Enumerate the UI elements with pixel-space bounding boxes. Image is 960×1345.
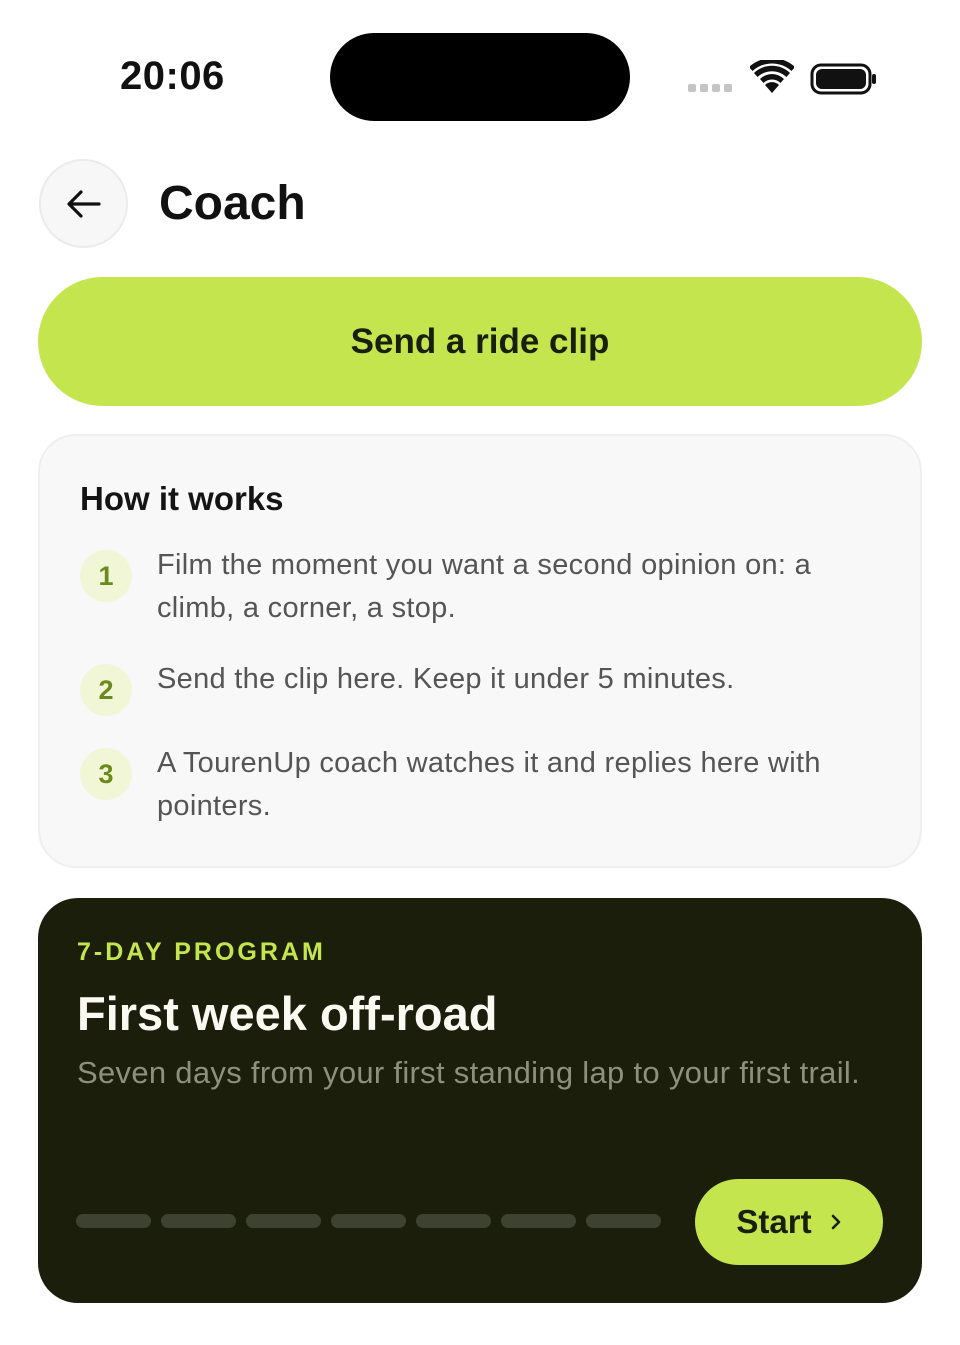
step-number-badge: 3 — [80, 748, 132, 800]
how-it-works-title: How it works — [80, 480, 284, 517]
program-description: Seven days from your first standing lap … — [77, 1055, 860, 1090]
progress-segment — [416, 1214, 491, 1228]
page-title: Coach — [159, 177, 306, 230]
start-program-button[interactable]: Start — [695, 1179, 883, 1265]
progress-segment — [76, 1214, 151, 1228]
step-number-badge: 1 — [80, 550, 132, 602]
how-it-works-card: How it works 1 Film the moment you want … — [38, 434, 922, 868]
progress-segment — [161, 1214, 236, 1228]
program-progress — [76, 1214, 661, 1228]
wifi-icon — [750, 60, 794, 93]
step-text: Film the moment you want a second opinio… — [157, 549, 812, 624]
signal-dots-icon — [688, 84, 732, 92]
progress-segment — [246, 1214, 321, 1228]
chevron-right-icon — [831, 1214, 840, 1230]
coach-screen: 20:06 Coach Send a ride clip How it work… — [0, 0, 960, 1345]
progress-segment — [331, 1214, 406, 1228]
progress-segment — [501, 1214, 576, 1228]
arrow-left-icon — [66, 189, 101, 218]
step-text: Send the clip here. Keep it under 5 minu… — [157, 663, 735, 695]
program-card[interactable]: 7-DAY PROGRAM First week off-road Seven … — [38, 898, 922, 1303]
dynamic-island — [330, 33, 630, 121]
step-text: A TourenUp coach watches it and replies … — [157, 747, 821, 822]
step-number-badge: 2 — [80, 664, 132, 716]
program-eyebrow: 7-DAY PROGRAM — [77, 938, 326, 966]
status-time: 20:06 — [120, 54, 225, 98]
start-label: Start — [736, 1203, 812, 1240]
send-ride-clip-button[interactable]: Send a ride clip — [38, 277, 922, 406]
program-title: First week off-road — [77, 987, 498, 1040]
back-button[interactable] — [39, 159, 128, 248]
progress-segment — [586, 1214, 661, 1228]
battery-full-icon — [810, 63, 876, 95]
